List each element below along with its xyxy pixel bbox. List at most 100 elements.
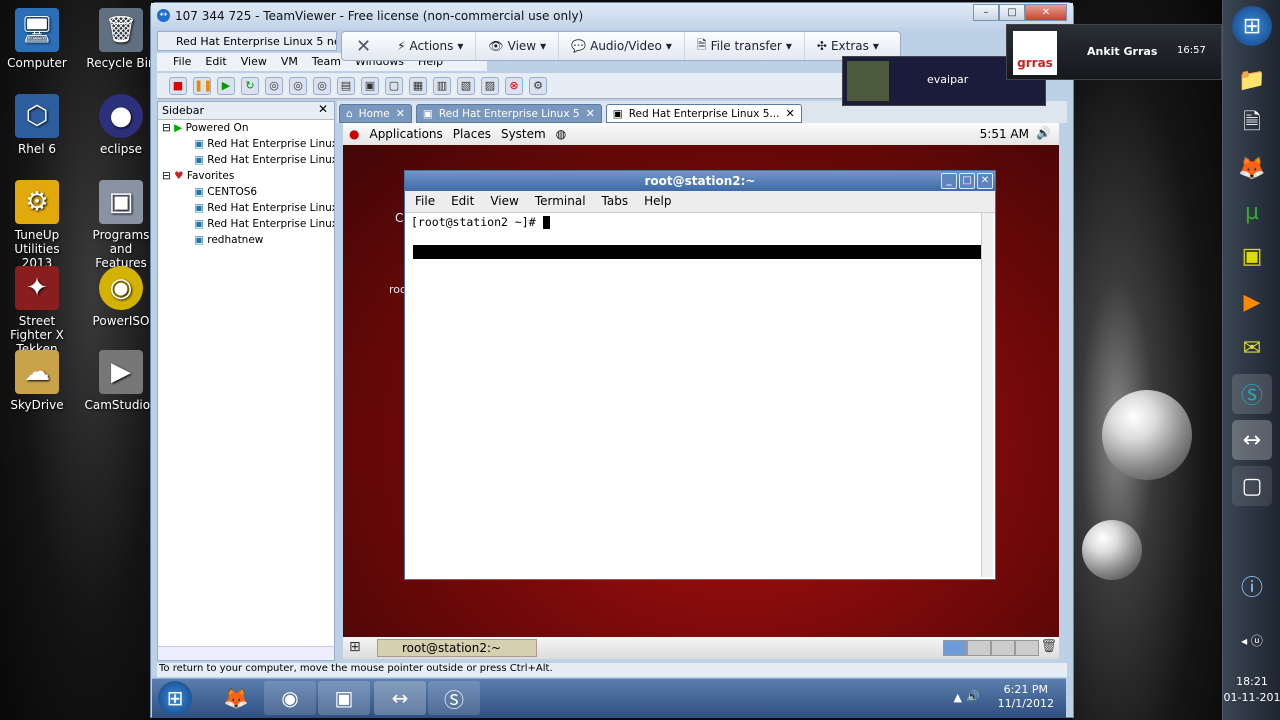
- teamviewer-icon[interactable]: ↔: [1232, 420, 1272, 460]
- desktop-icon-programs[interactable]: ▣ Programs and Features: [84, 180, 158, 270]
- desktop-icon-camstudio[interactable]: ▶ CamStudio..: [84, 350, 158, 412]
- sidebar-vm-item[interactable]: ▣ Red Hat Enterprise Linux 5: [158, 152, 334, 168]
- desktop-icon-skydrive[interactable]: ☁ SkyDrive: [0, 350, 74, 412]
- close-tab-icon[interactable]: ✕: [396, 107, 405, 120]
- vmware-icon[interactable]: ▣: [318, 681, 370, 715]
- menu-view[interactable]: View: [241, 55, 267, 71]
- places-menu[interactable]: Places: [453, 127, 491, 141]
- start-button[interactable]: ⊞: [1232, 6, 1272, 46]
- sidebar-vm-item[interactable]: ▣ Red Hat Enterprise Linux 5: [158, 136, 334, 152]
- tray-icons[interactable]: ◂ ⓤ: [1232, 620, 1272, 660]
- sidebar-toggle-icon[interactable]: ▤: [337, 77, 355, 95]
- volume-icon[interactable]: 🔊: [966, 690, 980, 703]
- terminal-scrollbar[interactable]: [981, 213, 993, 577]
- revert-icon[interactable]: ◎: [289, 77, 307, 95]
- view-icon[interactable]: ▣: [361, 77, 379, 95]
- show-desktop-icon[interactable]: ⊞: [349, 639, 361, 655]
- taskbar-terminal-item[interactable]: root@station2:~: [377, 639, 537, 657]
- quick-switch-icon[interactable]: ▦: [409, 77, 427, 95]
- tab-home[interactable]: ⌂ Home ✕: [339, 104, 412, 123]
- terminal-titlebar[interactable]: root@station2:~ _ □ ✕: [405, 171, 995, 191]
- snapshot-icon[interactable]: ◎: [265, 77, 283, 95]
- maximize-button[interactable]: □: [999, 4, 1025, 21]
- media-icon[interactable]: ▣: [1232, 236, 1272, 276]
- desktop-icon-poweriso[interactable]: ◉ PowerISO: [84, 266, 158, 328]
- network-icon[interactable]: ◍: [556, 127, 566, 141]
- applications-menu[interactable]: Applications: [369, 127, 442, 141]
- devices-icon[interactable]: ▨: [481, 77, 499, 95]
- start-button[interactable]: ⊞: [158, 681, 192, 715]
- chrome-icon[interactable]: ◉: [264, 681, 316, 715]
- settings-icon[interactable]: ⚙: [529, 77, 547, 95]
- trash-icon[interactable]: 🗑: [1040, 639, 1057, 654]
- player-icon[interactable]: ▶: [1232, 282, 1272, 322]
- documents-icon[interactable]: 🗎: [1232, 104, 1272, 144]
- desktop-icon-street-fighter[interactable]: ✦ Street Fighter X Tekken: [0, 266, 74, 356]
- summary-icon[interactable]: ▥: [433, 77, 451, 95]
- desktop-icon-recycle-bin[interactable]: 🗑 Recycle Bin: [84, 8, 158, 70]
- firefox-icon[interactable]: 🦊: [1232, 148, 1272, 188]
- host-clock[interactable]: 18:21 01-11-201: [1223, 674, 1280, 706]
- desktop-icon-computer[interactable]: 🖥 Computer: [0, 8, 74, 70]
- minimize-button[interactable]: _: [941, 173, 957, 189]
- remote-clock[interactable]: 6:21 PM 11/1/2012: [998, 683, 1054, 711]
- workspace-4[interactable]: [1015, 640, 1039, 656]
- desktop-icon-eclipse[interactable]: ● eclipse: [84, 94, 158, 156]
- sidebar-vm-item[interactable]: ▣ redhatnew: [158, 232, 334, 248]
- manage-snapshots-icon[interactable]: ◎: [313, 77, 331, 95]
- usb-icon[interactable]: ⊗: [505, 77, 523, 95]
- desktop-icon-rhel6[interactable]: ⬡ Rhel 6: [0, 94, 74, 156]
- volume-icon[interactable]: 🔊: [1036, 126, 1051, 140]
- vmware-window-title[interactable]: Red Hat Enterprise Linux 5 new -: [157, 31, 337, 51]
- tab-rhel5-new[interactable]: ▣ Red Hat Enterprise Linux 5... ✕: [605, 104, 802, 123]
- maximize-button[interactable]: □: [959, 173, 975, 189]
- actions-menu[interactable]: ⚡ Actions ▾: [385, 32, 477, 60]
- teamviewer-titlebar[interactable]: ↔ 107 344 725 - TeamViewer - Free licens…: [151, 3, 1073, 29]
- menu-vm[interactable]: VM: [281, 55, 298, 71]
- terminal-content[interactable]: [root@station2 ~]#: [409, 213, 983, 575]
- skype-icon[interactable]: Ⓢ: [428, 681, 480, 715]
- guest-clock[interactable]: 5:51 AM: [980, 127, 1029, 141]
- system-menu[interactable]: System: [501, 127, 546, 141]
- menu-help[interactable]: Help: [644, 194, 671, 212]
- power-on-icon[interactable]: ▶: [217, 77, 235, 95]
- expand-icon[interactable]: ⊟: [162, 170, 171, 182]
- firefox-icon[interactable]: 🦊: [210, 681, 262, 715]
- menu-tabs[interactable]: Tabs: [602, 194, 629, 212]
- menu-edit[interactable]: Edit: [451, 194, 474, 212]
- menu-terminal[interactable]: Terminal: [535, 194, 586, 212]
- desktop-icon-tuneup[interactable]: ⚙ TuneUp Utilities 2013: [0, 180, 74, 270]
- close-tab-icon[interactable]: ✕: [586, 107, 595, 120]
- utorrent-icon[interactable]: µ: [1232, 192, 1272, 232]
- view-menu[interactable]: 👁 View ▾: [476, 32, 560, 60]
- skype-icon[interactable]: Ⓢ: [1232, 374, 1272, 414]
- menu-edit[interactable]: Edit: [205, 55, 226, 71]
- reset-icon[interactable]: ↻: [241, 77, 259, 95]
- sidebar-group-powered-on[interactable]: ⊟ ▶ Powered On: [158, 120, 334, 136]
- sidebar-close-button[interactable]: ✕: [318, 102, 328, 116]
- audio-video-menu[interactable]: 💬 Audio/Video ▾: [559, 32, 685, 60]
- sidebar-horizontal-scrollbar[interactable]: [158, 646, 334, 660]
- file-transfer-menu[interactable]: 🗎 File transfer ▾: [685, 32, 805, 60]
- power-off-icon[interactable]: ■: [169, 77, 187, 95]
- minimize-button[interactable]: –: [973, 4, 999, 21]
- sidebar-vm-item[interactable]: ▣ CENTOS6: [158, 184, 334, 200]
- workspace-2[interactable]: [967, 640, 991, 656]
- sidebar-vm-item[interactable]: ▣ Red Hat Enterprise Linux 5: [158, 200, 334, 216]
- sidebar-group-favorites[interactable]: ⊟ ♥ Favorites: [158, 168, 334, 184]
- fullscreen-icon[interactable]: ▢: [385, 77, 403, 95]
- close-tab-icon[interactable]: ✕: [785, 107, 794, 120]
- menu-view[interactable]: View: [490, 194, 518, 212]
- menu-file[interactable]: File: [415, 194, 435, 212]
- suspend-icon[interactable]: ❚❚: [193, 77, 212, 95]
- workspace-3[interactable]: [991, 640, 1015, 656]
- tray-arrow-icon[interactable]: ▲: [954, 691, 962, 704]
- close-button[interactable]: ✕: [1025, 4, 1067, 21]
- console-icon[interactable]: ▧: [457, 77, 475, 95]
- close-button[interactable]: ✕: [977, 173, 993, 189]
- tab-rhel5[interactable]: ▣ Red Hat Enterprise Linux 5 ✕: [415, 104, 602, 123]
- menu-team[interactable]: Team: [312, 55, 341, 71]
- sidebar-vm-item[interactable]: ▣ Red Hat Enterprise Linux 5: [158, 216, 334, 232]
- close-session-button[interactable]: ✕: [342, 36, 385, 57]
- explorer-icon[interactable]: 📁: [1232, 60, 1272, 100]
